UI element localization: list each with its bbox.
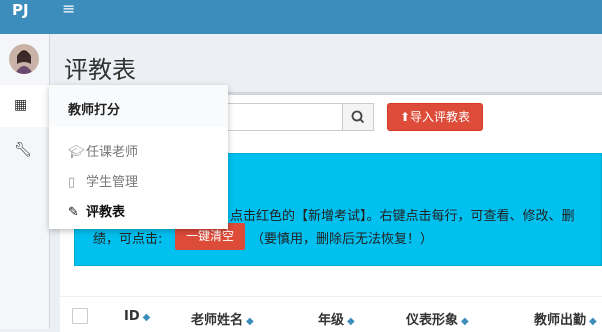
sort-icon: ◆ — [347, 316, 355, 327]
callout-text-line2: 绩，可点击: — [93, 232, 163, 247]
column-header-teacher-name[interactable]: 老师姓名 ◆ — [191, 309, 254, 328]
hamburger-icon[interactable]: ≡ — [62, 0, 75, 18]
submenu-header: 教师打分 — [49, 85, 228, 127]
import-evaluation-button[interactable]: ⬆︎导入评教表 — [387, 103, 483, 131]
search-icon — [351, 110, 365, 124]
column-header-attendance[interactable]: 教师出勤 ◆ — [534, 309, 597, 328]
sidebar-item-teacher-scoring[interactable]: ▦ — [0, 85, 49, 127]
top-navbar: PJ ≡ — [0, 0, 602, 34]
select-all-checkbox[interactable] — [72, 308, 88, 324]
page-title: 评教表 — [64, 56, 136, 84]
submenu-title: 教师打分 — [68, 103, 121, 118]
upload-icon: ⬆︎ — [399, 110, 411, 124]
logo[interactable]: PJ — [0, 0, 49, 34]
callout-warning-text: （要慎用，删除后无法恢复！） — [251, 232, 434, 247]
edit-icon: ✎ — [68, 205, 79, 220]
submenu-popup: 教师打分 🎓︎任课老师 ▯ 学生管理 ✎ 评教表 — [49, 85, 228, 229]
avatar[interactable] — [9, 44, 39, 74]
menu-item-teachers[interactable]: 🎓︎任课老师 — [68, 141, 138, 160]
column-header-id[interactable]: ID ◆ — [124, 309, 150, 324]
wrench-icon[interactable]: 🔧︎ — [14, 142, 32, 158]
sort-icon: ◆ — [142, 312, 151, 323]
search-button[interactable] — [342, 103, 374, 131]
menu-item-evaluation[interactable]: ✎ 评教表 — [68, 201, 125, 220]
column-header-appearance[interactable]: 仪表形象 ◆ — [406, 309, 469, 328]
callout-text-line1: 点击红色的【新增考试】。右键点击每行，可查看、修改、删 — [230, 209, 575, 224]
table-header-divider — [60, 296, 602, 297]
building-icon: ▯ — [68, 175, 76, 190]
sort-icon: ◆ — [589, 316, 597, 327]
sort-icon: ◆ — [246, 316, 254, 327]
search-input[interactable] — [208, 103, 342, 131]
calculator-icon: ▦ — [14, 97, 28, 113]
column-header-grade[interactable]: 年级 ◆ — [318, 309, 355, 328]
menu-item-students[interactable]: ▯ 学生管理 — [68, 171, 138, 190]
sidebar — [0, 34, 50, 329]
graduation-cap-icon: 🎓︎ — [68, 145, 85, 160]
sort-icon: ◆ — [461, 316, 469, 327]
